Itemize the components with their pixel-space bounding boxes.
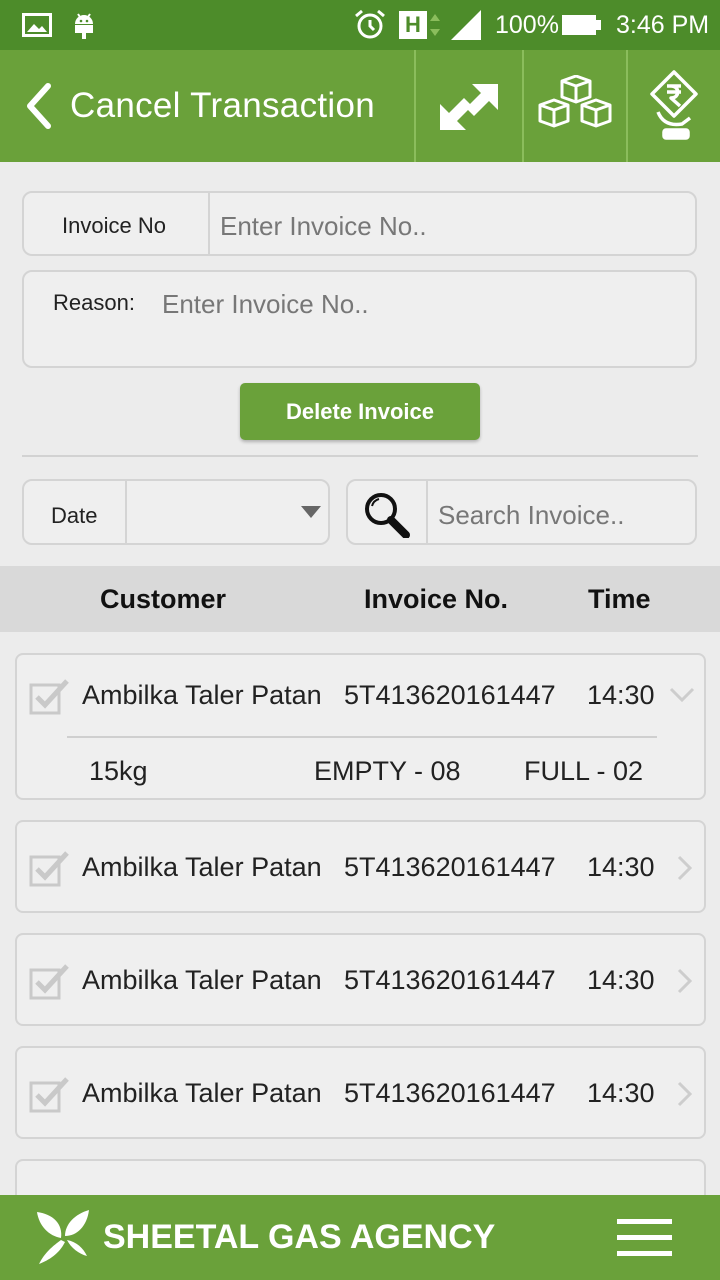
chevron-down-icon[interactable]: [669, 687, 695, 708]
search-icon[interactable]: [362, 490, 412, 543]
chevron-right-icon[interactable]: [677, 855, 693, 886]
signal-icon: [449, 0, 483, 50]
invoice-no-field[interactable]: Invoice No Enter Invoice No..: [22, 191, 697, 256]
invoice-number: 5T413620161447: [344, 680, 556, 710]
invoice-number: 5T413620161447: [344, 852, 556, 882]
checkbox-icon[interactable]: [29, 849, 71, 892]
clock: 3:46 PM: [616, 10, 710, 39]
android-icon: [72, 0, 96, 50]
network-type-indicator: H: [399, 0, 441, 50]
brand-name: SHEETAL GAS AGENCY: [103, 1218, 496, 1256]
page-title: Cancel Transaction: [70, 86, 376, 125]
checkbox-icon[interactable]: [29, 1075, 71, 1118]
transfer-icon[interactable]: [416, 50, 522, 162]
invoice-no-label: Invoice No: [62, 213, 166, 238]
checkbox-icon[interactable]: [29, 962, 71, 1005]
invoice-number: 5T413620161447: [344, 1078, 556, 1108]
column-header-customer: Customer: [100, 583, 227, 614]
status-bar: H 100% 3:46 PM: [0, 0, 720, 50]
customer-name: Ambilka Taler Patan: [82, 965, 322, 995]
invoice-no-input[interactable]: Enter Invoice No..: [220, 211, 427, 242]
customer-name: Ambilka Taler Patan: [82, 680, 322, 710]
invoice-time: 14:30: [587, 680, 655, 710]
customer-name: Ambilka Taler Patan: [82, 852, 322, 882]
invoice-time: 14:30: [587, 1078, 655, 1108]
reason-field[interactable]: Reason: Enter Invoice No..: [22, 270, 697, 368]
battery-icon: [562, 0, 602, 50]
chevron-right-icon[interactable]: [677, 1081, 693, 1112]
alarm-icon: [353, 0, 387, 50]
chevron-right-icon[interactable]: [677, 968, 693, 999]
back-arrow-icon[interactable]: [20, 82, 60, 130]
invoice-time: 14:30: [587, 852, 655, 882]
customer-name: Ambilka Taler Patan: [82, 1078, 322, 1108]
row-divider: [67, 736, 657, 738]
field-divider: [426, 481, 428, 543]
column-header-invoice: Invoice No.: [364, 583, 509, 614]
empty-count: EMPTY - 08: [314, 756, 461, 786]
column-header-time: Time: [588, 583, 651, 614]
invoice-time: 14:30: [587, 965, 655, 995]
table-row[interactable]: Ambilka Taler Patan 5T413620161447 14:30: [15, 820, 706, 913]
dropdown-arrow-icon[interactable]: [300, 505, 322, 524]
battery-percent: 100%: [495, 10, 559, 39]
reason-label: Reason:: [53, 290, 135, 315]
rupee-payment-icon[interactable]: [628, 50, 720, 162]
image-notification-icon: [22, 0, 52, 50]
reason-input[interactable]: Enter Invoice No..: [162, 289, 369, 320]
delete-invoice-button[interactable]: Delete Invoice: [240, 383, 480, 440]
footer-bar: SHEETAL GAS AGENCY: [0, 1195, 720, 1280]
app-bar: Cancel Transaction: [0, 50, 720, 162]
full-count: FULL - 02: [524, 756, 644, 786]
date-value: [127, 481, 257, 543]
search-box[interactable]: Search Invoice..: [346, 479, 697, 545]
table-header: Customer Invoice No. Time: [0, 566, 720, 632]
search-invoice-input[interactable]: Search Invoice..: [438, 500, 624, 531]
boxes-icon[interactable]: [524, 50, 626, 162]
date-label: Date: [51, 503, 98, 528]
table-row[interactable]: Ambilka Taler Patan 5T413620161447 14:30: [15, 1046, 706, 1139]
checkbox-icon[interactable]: [29, 677, 71, 720]
leaf-logo-icon: [33, 1208, 93, 1271]
table-row[interactable]: Ambilka Taler Patan 5T413620161447 14:30: [15, 933, 706, 1026]
section-divider: [22, 455, 698, 457]
date-filter[interactable]: Date: [22, 479, 330, 545]
table-row[interactable]: Ambilka Taler Patan 5T413620161447 14:30…: [15, 653, 706, 800]
field-divider: [208, 193, 210, 254]
network-type-label: H: [399, 11, 427, 39]
invoice-number: 5T413620161447: [344, 965, 556, 995]
cylinder-size: 15kg: [89, 756, 148, 786]
